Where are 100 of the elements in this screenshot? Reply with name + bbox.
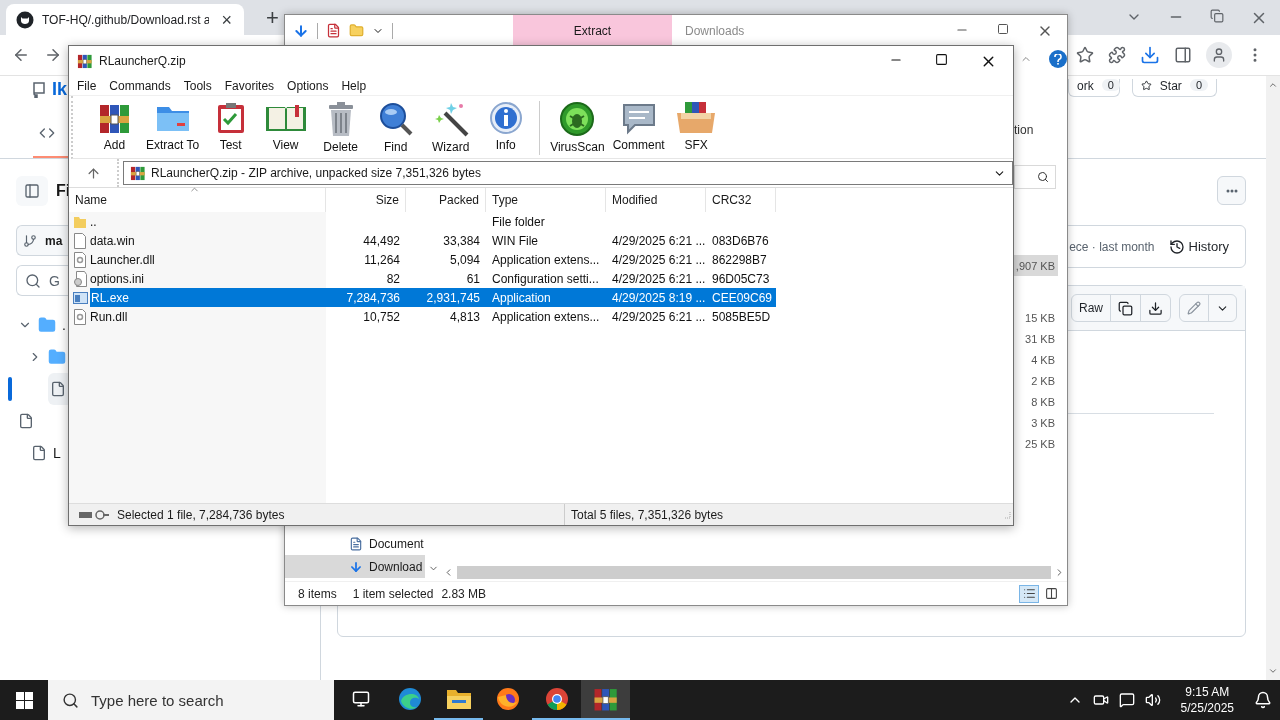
toolbar-button[interactable]: Delete — [313, 101, 369, 154]
camera-icon[interactable] — [1092, 692, 1109, 708]
ellipsis-icon — [1225, 188, 1238, 193]
fork-button[interactable]: ork 0 — [1068, 79, 1120, 97]
search-icon — [62, 691, 79, 709]
file-row[interactable]: data.win 44,492 33,384 WIN File 4/29/2025 6:21 ... 083D6B76 — [69, 231, 776, 250]
menu-item[interactable]: Help — [341, 78, 367, 93]
windows-logo-icon[interactable] — [15, 691, 33, 709]
clock[interactable]: 9:15 AM 5/25/2025 — [1180, 684, 1234, 716]
scroll-down-icon[interactable] — [1268, 666, 1278, 676]
volume-icon[interactable] — [1144, 692, 1161, 708]
task-view-icon[interactable] — [351, 690, 370, 708]
nav-item[interactable]: Download — [285, 555, 425, 579]
file-size-cell-text: 3 KB — [1030, 415, 1056, 431]
bookmark-star-icon[interactable] — [1076, 46, 1094, 64]
window-title: RLauncherQ.zip — [99, 54, 186, 68]
clipboard-icon — [215, 101, 246, 135]
gear-file-icon — [73, 270, 87, 287]
column-header[interactable]: Packed — [406, 188, 486, 212]
file-size-cell-text: 15 KB — [1024, 310, 1056, 326]
menu-item[interactable]: Options — [287, 78, 329, 93]
branch-button[interactable]: ma — [16, 225, 68, 256]
column-header[interactable]: Size — [326, 188, 406, 212]
selected-row-indicator — [8, 377, 12, 401]
gear-file-icon — [73, 251, 87, 268]
bug-icon — [559, 101, 596, 137]
octocat-icon — [16, 10, 34, 29]
scroll-up-icon[interactable] — [1268, 80, 1278, 90]
back-icon[interactable] — [12, 46, 30, 64]
toolbar-button[interactable]: Add — [87, 101, 142, 152]
details-view-button[interactable] — [1019, 584, 1039, 603]
repo-name-link[interactable]: Ik — [52, 79, 67, 100]
folder-icon — [38, 316, 56, 334]
restore-icon[interactable] — [1210, 8, 1224, 23]
tree-item[interactable]: L — [16, 437, 68, 469]
column-header[interactable]: Type — [486, 188, 606, 212]
close-tab-button[interactable]: × — [217, 10, 236, 29]
toolbar-button[interactable]: Extract To — [142, 101, 204, 152]
file-size-cell-text: 25 KB — [1024, 436, 1056, 452]
menu-item[interactable]: Favorites — [224, 78, 275, 93]
toolbar-button[interactable]: Info — [478, 101, 534, 152]
file-row[interactable]: Launcher.dll 11,264 5,094 Application extens... 4/29/2025 6:21 ... 862298B7 — [69, 250, 776, 269]
toolbar-button[interactable]: Test — [203, 101, 259, 152]
extensions-icon[interactable] — [1108, 46, 1126, 64]
selection-status: 1 item selected 2.83 MB — [352, 586, 487, 601]
toolbar-button[interactable]: Find — [368, 101, 424, 154]
tree-item[interactable]: . — [16, 309, 68, 341]
pencil-icon — [1187, 301, 1201, 315]
file-icon — [73, 232, 87, 249]
taskbar-app[interactable] — [581, 680, 630, 720]
search-icon — [25, 272, 41, 289]
speech-bubble-icon — [620, 101, 657, 135]
star-button[interactable]: Star 0 — [1132, 79, 1217, 97]
file-size-cell-text: 8 KB — [1030, 394, 1056, 410]
profile-avatar[interactable] — [1206, 42, 1232, 68]
maximize-icon[interactable] — [997, 22, 1009, 35]
folder-icon — [48, 348, 66, 366]
help-icon[interactable] — [1049, 50, 1067, 68]
nav-item[interactable]: Document — [285, 532, 425, 556]
toolbar-button[interactable]: Wizard — [423, 101, 479, 154]
file-row[interactable]: Run.dll 10,752 4,813 Application extens... 4/29/2025 6:21 ... 5085BE5D — [69, 307, 776, 326]
magnifier-icon — [377, 101, 414, 137]
maximize-icon[interactable] — [935, 52, 948, 66]
column-header[interactable]: CRC32 — [706, 188, 776, 212]
column-header[interactable]: Name — [69, 188, 326, 212]
search-icon — [1037, 171, 1049, 183]
new-tab-button[interactable]: + — [262, 6, 283, 29]
properties-icon[interactable] — [326, 23, 341, 38]
side-panel-icon[interactable] — [1174, 46, 1192, 64]
toolbar-button[interactable]: Comment — [608, 101, 669, 152]
resize-grip-icon — [1003, 510, 1011, 519]
toolbar-button[interactable]: VirusScan — [546, 101, 609, 154]
file-row[interactable]: .. File folder — [69, 212, 776, 231]
taskbar-search-field[interactable]: Type here to search — [48, 680, 334, 720]
download-icon[interactable] — [1140, 45, 1160, 65]
menu-item[interactable]: Tools — [183, 78, 212, 93]
copy-icon — [1118, 300, 1133, 316]
folder-icon — [73, 214, 87, 229]
ribbon-label: tion — [1014, 123, 1035, 137]
menu-item[interactable]: Commands — [109, 78, 171, 93]
path-combobox[interactable]: RLauncherQ.zip - ZIP archive, unpacked size 7,351,326 bytes — [123, 161, 1013, 185]
fox-globe-icon — [495, 687, 520, 711]
file-size-cell: ,907 KB — [1014, 255, 1058, 276]
gear-file-icon — [73, 308, 87, 325]
menu-item[interactable]: File — [77, 78, 97, 93]
forward-icon[interactable] — [44, 46, 62, 64]
sidebar-toggle-button[interactable] — [16, 176, 48, 206]
toolbar-button[interactable]: SFX — [668, 101, 724, 152]
swirl-icon — [397, 687, 422, 711]
document-icon — [349, 536, 363, 551]
column-header[interactable]: Modified — [606, 188, 706, 212]
search-field[interactable] — [1014, 165, 1056, 189]
scrollbar[interactable] — [1266, 76, 1280, 680]
file-row[interactable]: options.ini 82 61 Configuration setti... 4/29/2025 6:21 ... 96D05C73 — [69, 269, 776, 288]
notifications-icon[interactable] — [1254, 691, 1272, 709]
file-size-cell-text: 31 KB — [1024, 331, 1056, 347]
history-button[interactable]: History — [1168, 238, 1229, 255]
extract-tab[interactable]: Extract — [513, 15, 672, 46]
item-count: 8 items — [298, 586, 337, 601]
toolbar-button[interactable]: View — [258, 101, 314, 152]
